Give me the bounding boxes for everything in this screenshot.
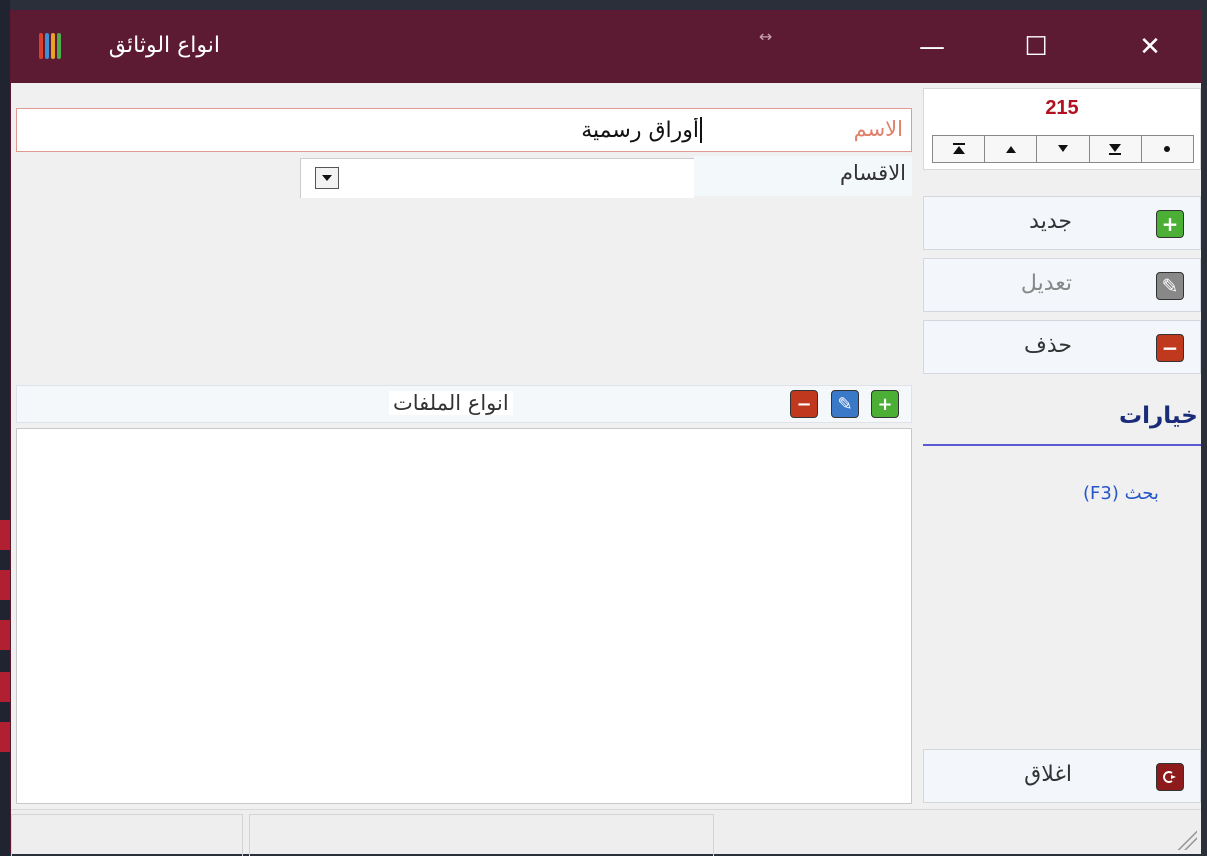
window-title: انواع الوثائق bbox=[108, 33, 220, 58]
resize-arrows-icon: ↔ bbox=[759, 27, 773, 46]
desktop-stripe bbox=[0, 620, 10, 650]
maximize-button[interactable]: ☐ bbox=[1007, 11, 1065, 83]
chevron-down-icon bbox=[322, 175, 332, 181]
app-icon bbox=[39, 33, 61, 59]
dropdown-arrow-button[interactable] bbox=[315, 167, 339, 189]
last-record-button[interactable] bbox=[1089, 136, 1142, 162]
edit-file-type-button[interactable]: ✎ bbox=[831, 390, 859, 418]
file-types-list[interactable] bbox=[16, 428, 912, 804]
plus-icon: + bbox=[1156, 210, 1184, 238]
minus-icon: − bbox=[1156, 334, 1184, 362]
resize-grip-icon[interactable] bbox=[1175, 828, 1197, 850]
down-triangle-icon bbox=[1058, 145, 1068, 152]
dot-icon bbox=[1164, 146, 1171, 152]
document-types-window: انواع الوثائق ↔ — ☐ ✕ 215 جديد + تعديل ✎… bbox=[10, 10, 1202, 856]
first-record-icon bbox=[952, 143, 965, 154]
departments-label: الاقسام bbox=[840, 161, 906, 185]
status-bar bbox=[11, 809, 1201, 856]
last-record-icon bbox=[1109, 144, 1122, 155]
up-triangle-icon bbox=[1005, 146, 1016, 153]
options-divider bbox=[923, 444, 1201, 446]
status-pane bbox=[249, 814, 714, 856]
pencil-icon: ✎ bbox=[1156, 272, 1184, 300]
desktop-stripe bbox=[0, 672, 10, 702]
file-types-header: انواع الملفات − ✎ + bbox=[16, 385, 912, 423]
title-bar[interactable]: انواع الوثائق ↔ — ☐ ✕ bbox=[11, 11, 1201, 83]
desktop-edge bbox=[0, 0, 10, 856]
edit-button-label: تعديل bbox=[1020, 271, 1072, 296]
close-button[interactable]: اغلاق bbox=[923, 749, 1201, 803]
add-file-type-button[interactable]: + bbox=[871, 390, 899, 418]
new-button-label: جديد bbox=[1029, 209, 1072, 234]
previous-record-button[interactable] bbox=[985, 136, 1038, 162]
file-types-title: انواع الملفات bbox=[389, 391, 513, 415]
search-link[interactable]: بحث (F3) bbox=[1083, 483, 1159, 504]
exit-arrow-icon bbox=[1163, 771, 1176, 783]
desktop-stripe bbox=[0, 520, 10, 550]
options-heading: خيارات bbox=[1119, 403, 1198, 429]
exit-icon bbox=[1156, 763, 1184, 791]
first-record-button[interactable] bbox=[933, 136, 986, 162]
delete-button[interactable]: حذف − bbox=[923, 320, 1201, 374]
text-caret bbox=[700, 117, 702, 143]
name-label: الاسم bbox=[853, 117, 903, 141]
new-button[interactable]: جديد + bbox=[923, 196, 1201, 250]
minimize-button[interactable]: — bbox=[903, 11, 961, 83]
next-record-button[interactable] bbox=[1037, 136, 1090, 162]
desktop-stripe bbox=[0, 570, 10, 600]
status-pane bbox=[11, 814, 243, 856]
remove-file-type-button[interactable]: − bbox=[790, 390, 818, 418]
departments-label-box: الاقسام bbox=[694, 156, 912, 196]
name-field[interactable] bbox=[17, 109, 807, 151]
record-navigator: 215 bbox=[923, 88, 1201, 170]
close-button-label: اغلاق bbox=[1024, 762, 1072, 787]
delete-button-label: حذف bbox=[1024, 333, 1072, 358]
desktop-stripe bbox=[0, 722, 10, 752]
close-window-button[interactable]: ✕ bbox=[1121, 11, 1179, 83]
navigator-buttons bbox=[932, 135, 1194, 163]
record-number: 215 bbox=[1045, 97, 1079, 119]
window-content: 215 جديد + تعديل ✎ حذف − خيارات بحث (F3)… bbox=[11, 83, 1201, 856]
departments-dropdown[interactable] bbox=[300, 158, 694, 198]
name-field-container: الاسم bbox=[16, 108, 912, 152]
current-record-button[interactable] bbox=[1141, 136, 1194, 162]
edit-button[interactable]: تعديل ✎ bbox=[923, 258, 1201, 312]
